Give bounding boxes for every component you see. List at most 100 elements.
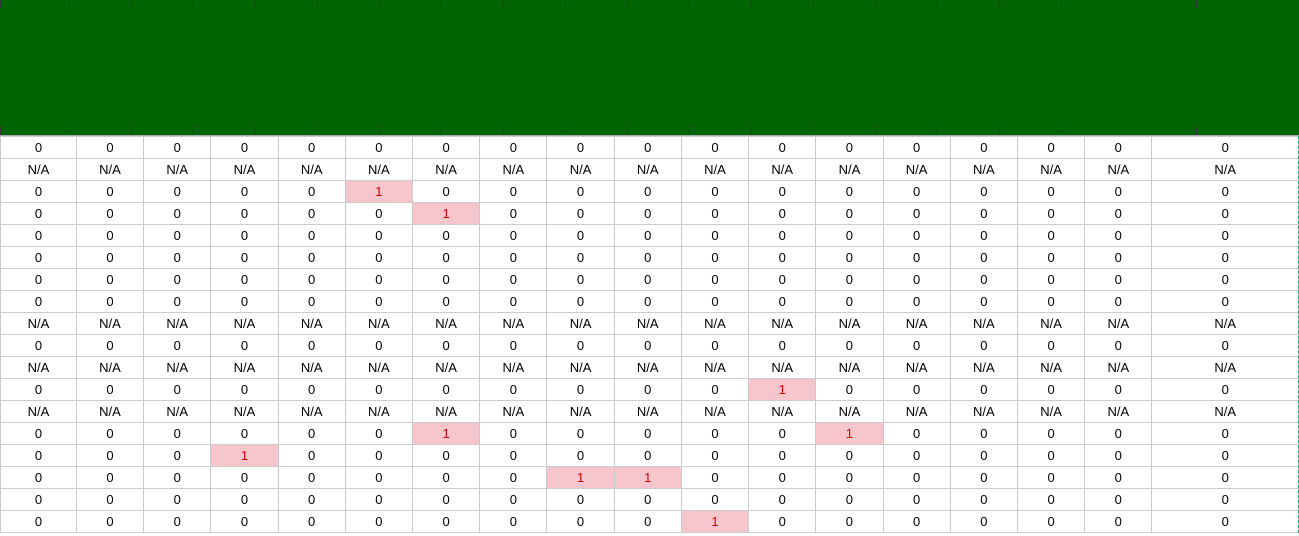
cell[interactable]: 0: [1152, 269, 1299, 291]
cell[interactable]: 0: [144, 291, 211, 313]
cell[interactable]: 0: [144, 511, 211, 533]
cell[interactable]: 0: [1152, 445, 1299, 467]
cell[interactable]: N/A: [950, 357, 1017, 379]
cell[interactable]: 0: [1017, 511, 1084, 533]
cell[interactable]: 0: [1085, 137, 1152, 159]
cell[interactable]: 0: [749, 467, 816, 489]
cell[interactable]: N/A: [144, 313, 211, 335]
cell[interactable]: 0: [681, 423, 748, 445]
cell[interactable]: N/A: [144, 357, 211, 379]
cell[interactable]: 0: [211, 423, 278, 445]
cell[interactable]: 0: [883, 181, 950, 203]
cell[interactable]: N/A: [749, 401, 816, 423]
cell[interactable]: 0: [950, 379, 1017, 401]
cell[interactable]: 0: [749, 445, 816, 467]
cell[interactable]: 0: [816, 335, 883, 357]
cell[interactable]: 0: [345, 445, 412, 467]
cell[interactable]: 0: [144, 445, 211, 467]
cell[interactable]: 0: [1085, 423, 1152, 445]
cell[interactable]: N/A: [76, 313, 143, 335]
cell[interactable]: 0: [144, 467, 211, 489]
cell[interactable]: 0: [144, 269, 211, 291]
cell[interactable]: N/A: [211, 159, 278, 181]
cell[interactable]: N/A: [480, 159, 547, 181]
cell[interactable]: 1: [816, 423, 883, 445]
cell[interactable]: 0: [1, 225, 77, 247]
cell[interactable]: 1: [413, 203, 480, 225]
cell[interactable]: 0: [816, 181, 883, 203]
cell[interactable]: 0: [76, 203, 143, 225]
cell[interactable]: 0: [211, 181, 278, 203]
cell[interactable]: 0: [345, 511, 412, 533]
cell[interactable]: N/A: [278, 401, 345, 423]
cell[interactable]: 0: [413, 269, 480, 291]
cell[interactable]: 0: [547, 445, 614, 467]
cell[interactable]: 0: [278, 181, 345, 203]
cell[interactable]: 0: [144, 489, 211, 511]
cell[interactable]: 0: [76, 247, 143, 269]
cell[interactable]: 0: [1152, 511, 1299, 533]
cell[interactable]: 0: [76, 379, 143, 401]
cell[interactable]: N/A: [950, 313, 1017, 335]
cell[interactable]: 0: [211, 335, 278, 357]
cell[interactable]: N/A: [1, 159, 77, 181]
cell[interactable]: 0: [681, 247, 748, 269]
cell[interactable]: 0: [950, 335, 1017, 357]
cell[interactable]: 0: [950, 203, 1017, 225]
cell[interactable]: 0: [413, 225, 480, 247]
cell[interactable]: 0: [950, 467, 1017, 489]
cell[interactable]: 0: [345, 467, 412, 489]
cell[interactable]: N/A: [1152, 159, 1299, 181]
cell[interactable]: N/A: [1017, 313, 1084, 335]
cell[interactable]: 0: [1152, 181, 1299, 203]
cell[interactable]: N/A: [278, 313, 345, 335]
cell[interactable]: N/A: [1017, 401, 1084, 423]
cell[interactable]: 0: [547, 225, 614, 247]
cell[interactable]: N/A: [1, 401, 77, 423]
cell[interactable]: 0: [480, 269, 547, 291]
cell[interactable]: 0: [681, 225, 748, 247]
cell[interactable]: 0: [614, 335, 681, 357]
cell[interactable]: 0: [345, 335, 412, 357]
cell[interactable]: 0: [1017, 247, 1084, 269]
cell[interactable]: 0: [1, 423, 77, 445]
cell[interactable]: 0: [144, 203, 211, 225]
cell[interactable]: 0: [278, 269, 345, 291]
cell[interactable]: 0: [345, 137, 412, 159]
cell[interactable]: N/A: [76, 357, 143, 379]
cell[interactable]: 0: [144, 423, 211, 445]
cell[interactable]: 0: [614, 511, 681, 533]
cell[interactable]: 0: [480, 137, 547, 159]
cell[interactable]: N/A: [749, 357, 816, 379]
cell[interactable]: N/A: [413, 357, 480, 379]
cell[interactable]: 0: [1, 247, 77, 269]
cell[interactable]: 0: [1017, 489, 1084, 511]
cell[interactable]: 0: [950, 137, 1017, 159]
cell[interactable]: 0: [816, 445, 883, 467]
cell[interactable]: 0: [1017, 423, 1084, 445]
cell[interactable]: N/A: [547, 357, 614, 379]
cell[interactable]: 0: [480, 489, 547, 511]
cell[interactable]: 0: [883, 225, 950, 247]
cell[interactable]: 0: [278, 291, 345, 313]
cell[interactable]: 0: [345, 269, 412, 291]
cell[interactable]: N/A: [547, 159, 614, 181]
cell[interactable]: N/A: [681, 159, 748, 181]
cell[interactable]: 0: [1, 379, 77, 401]
cell[interactable]: 0: [413, 379, 480, 401]
cell[interactable]: 0: [749, 203, 816, 225]
cell[interactable]: N/A: [883, 401, 950, 423]
cell[interactable]: 0: [681, 181, 748, 203]
cell[interactable]: 0: [547, 511, 614, 533]
cell[interactable]: 0: [681, 489, 748, 511]
cell[interactable]: 0: [211, 137, 278, 159]
cell[interactable]: 0: [1017, 379, 1084, 401]
cell[interactable]: 0: [211, 489, 278, 511]
cell[interactable]: N/A: [816, 159, 883, 181]
cell[interactable]: 0: [614, 225, 681, 247]
cell[interactable]: N/A: [547, 401, 614, 423]
cell[interactable]: 0: [480, 335, 547, 357]
cell[interactable]: 1: [413, 423, 480, 445]
cell[interactable]: N/A: [883, 159, 950, 181]
cell[interactable]: N/A: [614, 159, 681, 181]
